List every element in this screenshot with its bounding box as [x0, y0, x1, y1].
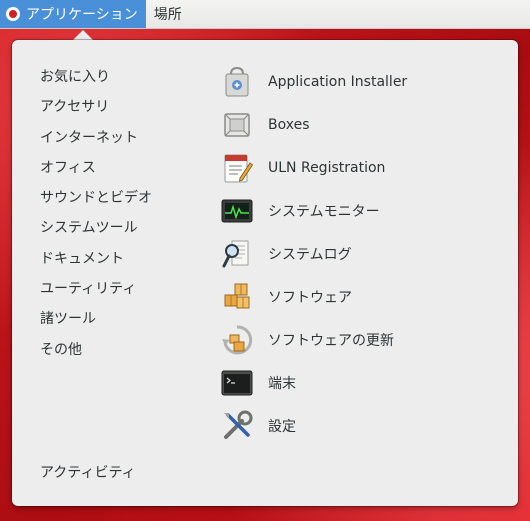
- settings-icon: [220, 409, 254, 443]
- application-installer-icon: [220, 65, 254, 99]
- app-label: システムログ: [268, 246, 352, 263]
- applications-menu-popup: お気に入り アクセサリ インターネット オフィス サウンドとビデオ システムツー…: [12, 28, 518, 508]
- app-label: システムモニター: [268, 203, 380, 220]
- app-item-settings[interactable]: 設定: [220, 405, 510, 448]
- category-sound-video[interactable]: サウンドとビデオ: [28, 183, 208, 213]
- app-label: Application Installer: [268, 73, 408, 90]
- system-log-icon: [220, 237, 254, 271]
- top-bar: アプリケーション 場所: [0, 0, 530, 29]
- category-utilities[interactable]: ユーティリティ: [28, 274, 208, 304]
- app-item-boxes[interactable]: Boxes: [220, 103, 510, 146]
- distro-logo-icon: [6, 7, 20, 21]
- terminal-icon: [220, 366, 254, 400]
- places-menu-button[interactable]: 場所: [146, 0, 190, 28]
- boxes-icon: [220, 108, 254, 142]
- app-item-uln-registration[interactable]: ULN Registration: [220, 146, 510, 189]
- app-item-software-update[interactable]: ソフトウェアの更新: [220, 319, 510, 362]
- category-list: お気に入り アクセサリ インターネット オフィス サウンドとビデオ システムツー…: [28, 62, 208, 365]
- software-update-icon: [220, 323, 254, 357]
- activities-overview-link[interactable]: アクティビティ: [40, 462, 136, 482]
- category-other[interactable]: その他: [28, 335, 208, 365]
- system-monitor-icon: [220, 194, 254, 228]
- application-list: Application Installer Boxes ULN Registra…: [220, 60, 510, 448]
- places-menu-label: 場所: [153, 7, 182, 23]
- uln-registration-icon: [220, 151, 254, 185]
- app-item-software[interactable]: ソフトウェア: [220, 275, 510, 318]
- category-documents[interactable]: ドキュメント: [28, 244, 208, 274]
- app-label: ソフトウェアの更新: [268, 333, 394, 350]
- app-item-system-monitor[interactable]: システムモニター: [220, 189, 510, 232]
- app-label: 設定: [268, 419, 296, 436]
- app-label: ULN Registration: [268, 159, 386, 176]
- software-icon: [220, 280, 254, 314]
- applications-menu-button[interactable]: アプリケーション: [0, 0, 146, 28]
- category-system-tools[interactable]: システムツール: [28, 213, 208, 243]
- category-sundry[interactable]: 諸ツール: [28, 304, 208, 334]
- app-label: Boxes: [268, 116, 310, 133]
- app-item-system-log[interactable]: システムログ: [220, 232, 510, 275]
- category-favorites[interactable]: お気に入り: [28, 62, 208, 92]
- category-internet[interactable]: インターネット: [28, 123, 208, 153]
- app-item-application-installer[interactable]: Application Installer: [220, 60, 510, 103]
- app-label: ソフトウェア: [268, 290, 352, 307]
- applications-menu-label: アプリケーション: [26, 7, 138, 23]
- category-accessories[interactable]: アクセサリ: [28, 92, 208, 122]
- app-label: 端末: [268, 376, 296, 393]
- app-item-terminal[interactable]: 端末: [220, 362, 510, 405]
- applications-menu-panel: お気に入り アクセサリ インターネット オフィス サウンドとビデオ システムツー…: [12, 40, 518, 506]
- category-office[interactable]: オフィス: [28, 153, 208, 183]
